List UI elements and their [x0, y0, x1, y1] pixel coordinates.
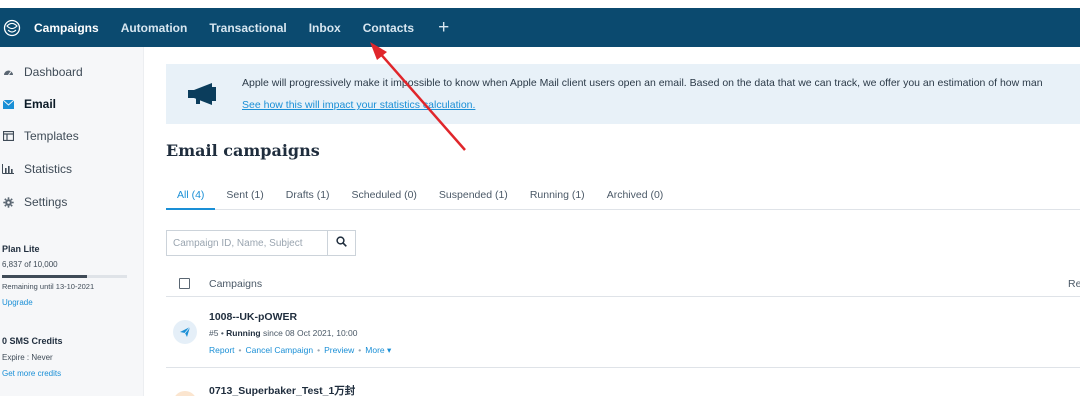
table-row[interactable]: 0713_Superbaker_Test_1万封: [166, 369, 1080, 396]
search-button[interactable]: [327, 230, 356, 256]
top-navigation: Campaigns Automation Transactional Inbox…: [0, 8, 1080, 47]
sidebar-item-email[interactable]: Email: [0, 94, 56, 114]
nav-inbox[interactable]: Inbox: [309, 21, 341, 35]
status-badge: Running: [226, 328, 261, 338]
campaigns-table-header: Campaigns Re: [166, 272, 1080, 297]
sidebar-item-label: Statistics: [24, 162, 73, 176]
row-actions: Report • Cancel Campaign • Preview • More ▾: [209, 345, 391, 356]
nav-transactional[interactable]: Transactional: [209, 21, 286, 35]
sidebar-item-label: Settings: [24, 195, 68, 209]
campaign-since: since 08 Oct 2021, 10:00: [260, 328, 358, 338]
tab-running[interactable]: Running (1): [519, 185, 596, 210]
get-more-credits-link[interactable]: Get more credits: [2, 369, 61, 378]
campaign-name[interactable]: 1008--UK-pOWER: [209, 311, 297, 323]
column-header-campaigns: Campaigns: [209, 278, 263, 290]
campaign-tabs: All (4) Sent (1) Drafts (1) Scheduled (0…: [166, 185, 1080, 210]
nav-automation[interactable]: Automation: [121, 21, 188, 35]
dashboard-icon: [2, 66, 14, 78]
templates-icon: [2, 130, 14, 142]
plan-remaining: Remaining until 13-10-2021: [2, 282, 95, 291]
tab-suspended[interactable]: Suspended (1): [428, 185, 519, 210]
statistics-icon: [2, 163, 14, 175]
cancel-campaign-link[interactable]: Cancel Campaign: [246, 345, 314, 355]
sidebar-item-dashboard[interactable]: Dashboard: [0, 62, 83, 82]
sms-expire: Expire : Never: [2, 353, 53, 362]
sidebar-item-statistics[interactable]: Statistics: [0, 159, 72, 179]
sidebar-item-templates[interactable]: Templates: [0, 126, 79, 146]
upgrade-link[interactable]: Upgrade: [2, 298, 33, 307]
sidebar-item-label: Templates: [24, 129, 79, 143]
separator: •: [317, 345, 321, 355]
sidebar-item-label: Dashboard: [24, 65, 83, 79]
page-title: Email campaigns: [166, 141, 320, 160]
sidebar: Dashboard Email Templates Statistics Set…: [0, 47, 144, 396]
preview-link[interactable]: Preview: [324, 345, 354, 355]
sidebar-item-label: Email: [24, 97, 57, 111]
tab-scheduled[interactable]: Scheduled (0): [341, 185, 428, 210]
nav-contacts[interactable]: Contacts: [363, 21, 414, 35]
sms-credits-title: 0 SMS Credits: [2, 336, 63, 346]
plan-usage-fill: [2, 275, 88, 278]
tab-all[interactable]: All (4): [166, 185, 216, 210]
plan-title: Plan Lite: [2, 244, 40, 254]
gear-icon: [2, 196, 14, 208]
separator: •: [358, 345, 362, 355]
banner-text: Apple will progressively make it impossi…: [242, 77, 1043, 89]
paper-plane-icon: [173, 320, 197, 344]
campaign-status-icon: [173, 391, 197, 396]
logo-icon[interactable]: [2, 18, 22, 38]
nav-campaigns[interactable]: Campaigns: [34, 21, 99, 35]
campaign-search-input[interactable]: [166, 230, 327, 256]
statistics-impact-link[interactable]: See how this will impact your statistics…: [242, 99, 475, 111]
plan-usage-bar: [2, 275, 127, 278]
more-dropdown[interactable]: More ▾: [365, 345, 391, 355]
tab-sent[interactable]: Sent (1): [215, 185, 274, 210]
apple-mail-notice-banner: Apple will progressively make it impossi…: [166, 64, 1080, 124]
megaphone-icon: [188, 82, 218, 111]
table-row[interactable]: 1008--UK-pOWER #5 • Running since 08 Oct…: [166, 298, 1080, 368]
tab-drafts[interactable]: Drafts (1): [275, 185, 341, 210]
search-icon: [336, 234, 347, 252]
sidebar-item-settings[interactable]: Settings: [0, 192, 67, 212]
select-all-checkbox[interactable]: [179, 278, 190, 289]
banner-text-main: Apple will progressively make it impossi…: [242, 77, 687, 89]
add-nav-button[interactable]: +: [438, 18, 449, 37]
report-link[interactable]: Report: [209, 345, 235, 355]
column-header-recipients: Re: [1068, 278, 1080, 290]
campaign-meta: #5 • Running since 08 Oct 2021, 10:00: [209, 328, 358, 338]
separator: •: [238, 345, 242, 355]
campaign-name[interactable]: 0713_Superbaker_Test_1万封: [209, 383, 355, 396]
tab-archived[interactable]: Archived (0): [596, 185, 675, 210]
envelope-icon: [2, 98, 14, 110]
plan-email-count: 6,837 of 10,000: [2, 260, 58, 269]
app-frame: { "nav": { "items": [ {"label": "Campaig…: [0, 0, 1080, 396]
campaign-id: #5 •: [209, 328, 227, 338]
banner-text-rest: Based on the data that we can track, we …: [686, 77, 1043, 89]
